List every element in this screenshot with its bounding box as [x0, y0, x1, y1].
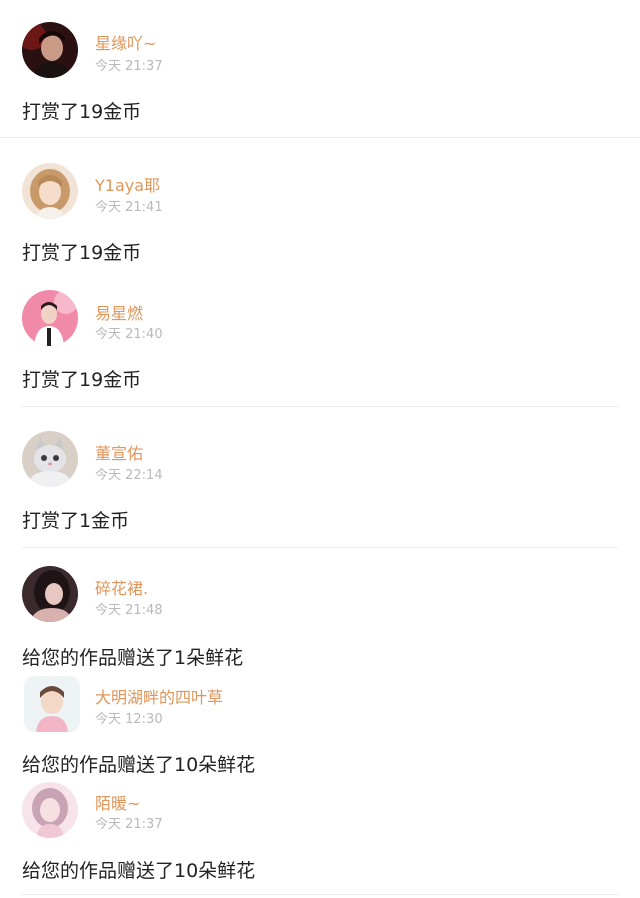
avatar-boy-pink: [22, 290, 78, 346]
message: 打赏了19金币: [22, 101, 142, 123]
divider: [22, 894, 618, 895]
avatar-cat: [22, 431, 78, 487]
divider: [22, 406, 618, 407]
avatar[interactable]: [22, 431, 78, 487]
message: 给您的作品赠送了10朵鲜花: [22, 860, 256, 882]
feed-item: 易星燃 今天 21:40 打赏了19金币: [0, 286, 640, 408]
avatar-man-dark-red: [22, 22, 78, 78]
message: 给您的作品赠送了1朵鲜花: [22, 647, 244, 669]
username[interactable]: 星缘吖~: [95, 30, 156, 54]
timestamp: 今天 22:14: [95, 468, 163, 483]
feed-item: 陌暖~ 今天 21:37 给您的作品赠送了10朵鲜花: [0, 782, 640, 898]
avatar[interactable]: [22, 290, 78, 346]
avatar-girl-pink: [22, 782, 78, 838]
avatar[interactable]: [22, 22, 78, 78]
timestamp: 今天 12:30: [95, 712, 163, 727]
avatar[interactable]: [22, 566, 78, 622]
username[interactable]: 董宣佑: [95, 440, 143, 464]
avatar[interactable]: [22, 782, 78, 838]
username[interactable]: 大明湖畔的四叶草: [95, 684, 223, 708]
feed-item: 碎花裙. 今天 21:48 给您的作品赠送了1朵鲜花: [0, 548, 640, 672]
timestamp: 今天 21:48: [95, 603, 163, 618]
message: 给您的作品赠送了10朵鲜花: [22, 754, 256, 776]
avatar[interactable]: [24, 676, 80, 732]
avatar-girl-blonde: [22, 163, 78, 219]
feed-item: 大明湖畔的四叶草 今天 12:30 给您的作品赠送了10朵鲜花: [0, 672, 640, 782]
avatar[interactable]: [22, 163, 78, 219]
message: 打赏了1金币: [22, 510, 130, 532]
message: 打赏了19金币: [22, 369, 142, 391]
username[interactable]: 陌暖~: [95, 790, 140, 814]
feed-item: Y1aya耶 今天 21:41 打赏了19金币: [0, 138, 640, 286]
username[interactable]: 碎花裙.: [95, 575, 148, 599]
timestamp: 今天 21:40: [95, 327, 163, 342]
timestamp: 今天 21:37: [95, 817, 163, 832]
timestamp: 今天 21:41: [95, 200, 163, 215]
message: 打赏了19金币: [22, 242, 142, 264]
timestamp: 今天 21:37: [95, 59, 163, 74]
username[interactable]: Y1aya耶: [95, 172, 160, 196]
feed-item: 董宣佑 今天 22:14 打赏了1金币: [0, 408, 640, 548]
feed-item: 星缘吖~ 今天 21:37 打赏了19金币: [0, 0, 640, 138]
username[interactable]: 易星燃: [95, 300, 143, 324]
avatar-boy-cartoon: [24, 676, 80, 732]
avatar-girl-dark: [22, 566, 78, 622]
